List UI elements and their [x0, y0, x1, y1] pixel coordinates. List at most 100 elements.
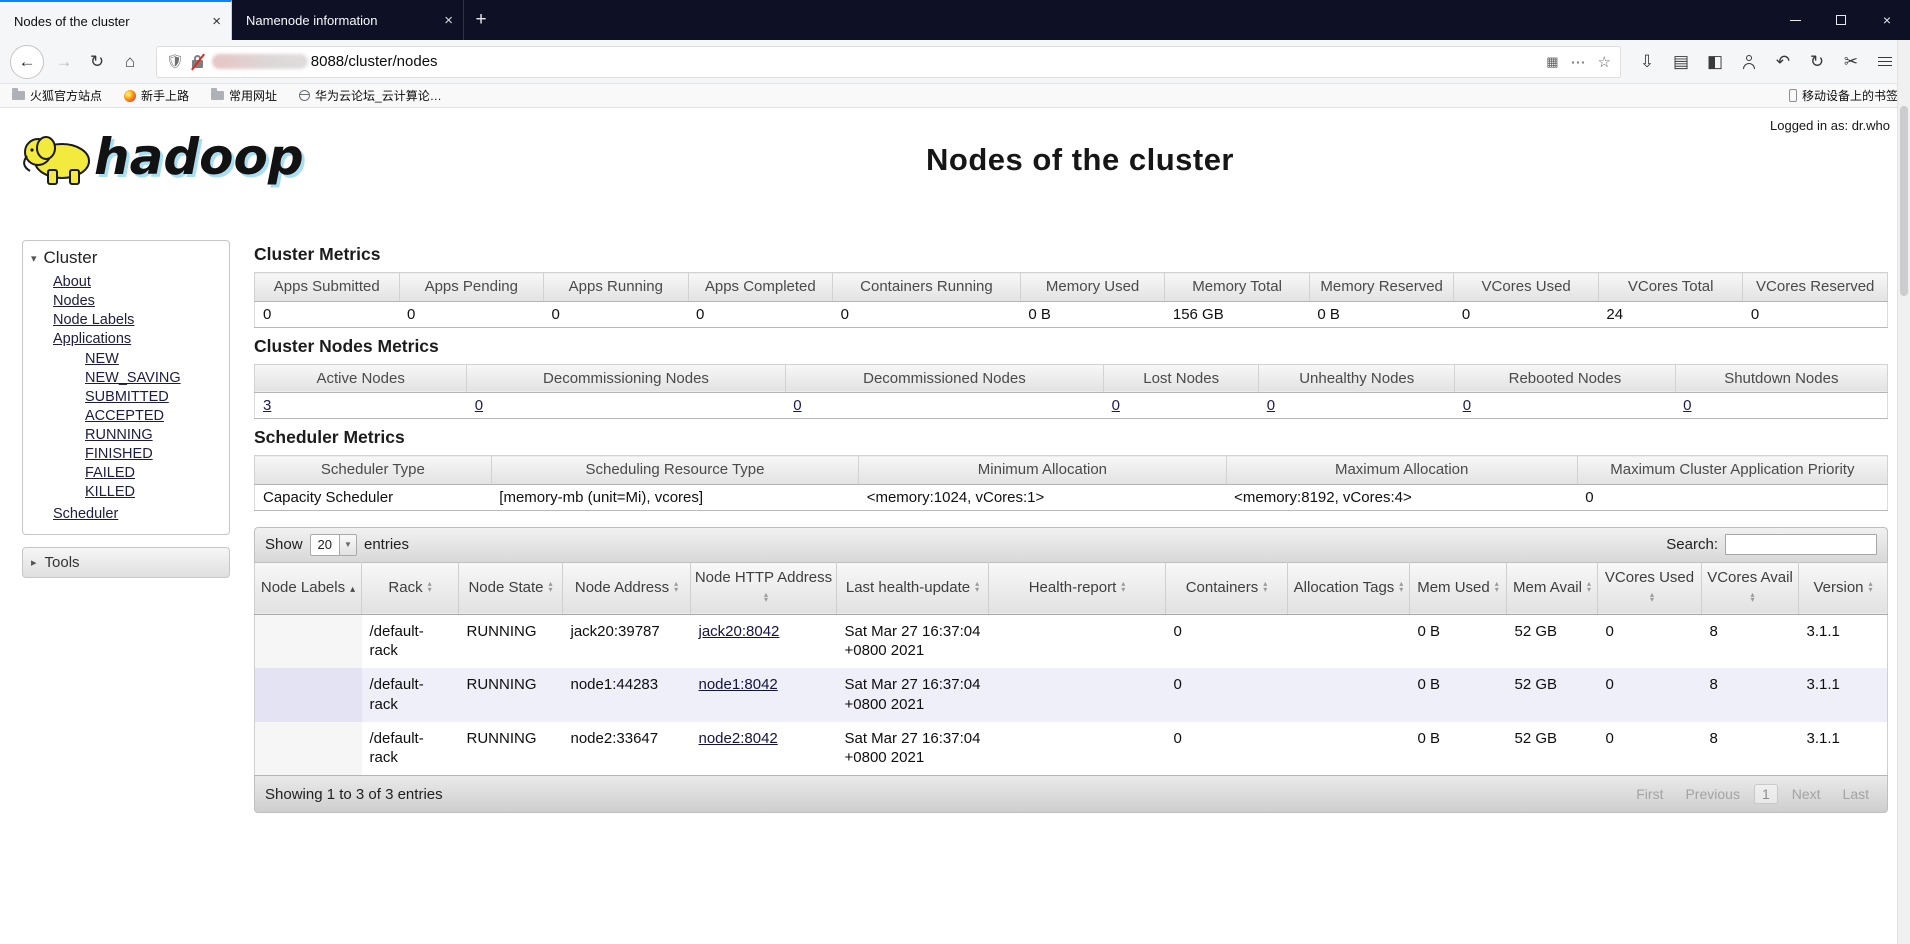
- sidebar-item-accepted[interactable]: ACCEPTED: [85, 408, 164, 424]
- close-tab-icon[interactable]: ×: [212, 13, 221, 30]
- pagination-last[interactable]: Last: [1835, 784, 1877, 804]
- restart-button[interactable]: ↻: [1802, 47, 1832, 77]
- column-header-vcores-avail[interactable]: VCores Avail ▴ ▾: [1701, 561, 1799, 615]
- sidebar-item-applications[interactable]: Applications: [53, 331, 131, 347]
- pagination-first[interactable]: First: [1628, 784, 1671, 804]
- back-icon: ←: [18, 51, 36, 71]
- column-header-allocation-tags[interactable]: Allocation Tags ▴ ▾: [1287, 561, 1410, 615]
- column-header-health-report[interactable]: Health-report ▴ ▾: [988, 561, 1166, 615]
- table-row: Capacity Scheduler [memory-mb (unit=Mi), …: [254, 484, 1889, 511]
- node-http-link[interactable]: node1:8042: [699, 676, 778, 693]
- new-tab-button[interactable]: +: [464, 0, 498, 40]
- vertical-scrollbar[interactable]: [1897, 40, 1910, 944]
- cell-mem-avail: 52 GB: [1506, 721, 1598, 777]
- sidebar-item-submitted[interactable]: SUBMITTED: [85, 389, 169, 405]
- metric-link[interactable]: 0: [1112, 397, 1120, 414]
- close-tab-icon[interactable]: ×: [444, 12, 453, 29]
- save-icon: ⇩: [1639, 51, 1655, 71]
- bookmark-item[interactable]: 华为云论坛_云计算论…: [299, 87, 442, 104]
- sidebar-section-tools[interactable]: ▸ Tools: [22, 547, 230, 578]
- mobile-bookmarks-item[interactable]: 移动设备上的书签: [1788, 87, 1898, 104]
- sidebar-item-killed[interactable]: KILLED: [85, 484, 135, 500]
- bookmark-item[interactable]: 新手上路: [124, 87, 189, 104]
- metric-link[interactable]: 0: [475, 397, 483, 414]
- bookmark-item[interactable]: 火狐官方站点: [12, 87, 102, 104]
- metric-value: 0: [688, 301, 833, 328]
- metric-value: 3: [253, 392, 467, 419]
- menu-button[interactable]: [1870, 47, 1900, 77]
- sidebar-item-new-saving[interactable]: NEW_SAVING: [85, 370, 181, 386]
- scrollbar-thumb[interactable]: [1900, 106, 1908, 296]
- bookmark-star-icon[interactable]: ☆: [1598, 53, 1611, 71]
- pagination-next[interactable]: Next: [1784, 784, 1829, 804]
- cell-rack: /default-rack: [369, 676, 424, 713]
- node-http-link[interactable]: jack20:8042: [699, 623, 780, 640]
- forward-button[interactable]: →: [49, 47, 79, 77]
- column-header-mem-avail[interactable]: Mem Avail ▴ ▾: [1506, 561, 1598, 615]
- url-bar[interactable]: 🛡 8088/cluster/nodes ▦ ⋯ ☆: [156, 45, 1621, 78]
- sidebar-section-cluster[interactable]: ▾ Cluster: [29, 246, 223, 274]
- phone-icon: [1788, 89, 1797, 102]
- page-actions-icon[interactable]: ⋯: [1571, 53, 1586, 71]
- sidebar-item-finished[interactable]: FINISHED: [85, 446, 153, 462]
- shield-icon[interactable]: 🛡: [166, 53, 184, 70]
- account-button[interactable]: [1734, 47, 1764, 77]
- browser-tab-namenode-information[interactable]: Namenode information ×: [232, 0, 464, 40]
- mobile-bookmarks-label: 移动设备上的书签: [1801, 89, 1898, 103]
- node-http-link[interactable]: node2:8042: [699, 730, 778, 747]
- reload-button[interactable]: ↻: [82, 47, 112, 77]
- column-header-last-health-update[interactable]: Last health-update ▴ ▾: [836, 561, 989, 615]
- sidebar-item-scheduler[interactable]: Scheduler: [53, 506, 118, 522]
- metric-link[interactable]: 0: [1683, 397, 1691, 414]
- sidebar-item-nodes[interactable]: Nodes: [53, 293, 95, 309]
- column-header-memory-used: Memory Used: [1019, 272, 1166, 302]
- sidebar-item-failed[interactable]: FAILED: [85, 465, 135, 481]
- close-window-button[interactable]: ×: [1864, 0, 1910, 40]
- column-header-vcores-used[interactable]: VCores Used ▴ ▾: [1597, 561, 1702, 615]
- metric-link[interactable]: 0: [1267, 397, 1275, 414]
- cell-node-labels: [254, 614, 362, 669]
- metric-link[interactable]: 3: [263, 397, 271, 414]
- sidebar-item-node-labels[interactable]: Node Labels: [53, 312, 134, 328]
- cell-vcores-avail: 8: [1701, 721, 1799, 777]
- column-header-scheduling-resource-type: Scheduling Resource Type: [490, 455, 860, 485]
- column-header-node-http-address[interactable]: Node HTTP Address ▴ ▾: [690, 561, 837, 615]
- sidebar-item-new[interactable]: NEW: [85, 351, 119, 367]
- library-button[interactable]: ▤: [1666, 47, 1696, 77]
- bookmark-item[interactable]: 常用网址: [211, 87, 277, 104]
- column-header-node-labels[interactable]: Node Labels ▴: [254, 561, 362, 615]
- column-header-node-address[interactable]: Node Address ▴ ▾: [562, 561, 691, 615]
- column-header-mem-used[interactable]: Mem Used ▴ ▾: [1409, 561, 1507, 615]
- insecure-lock-icon[interactable]: [190, 53, 205, 70]
- column-label: VCores Used: [1604, 568, 1695, 586]
- metric-link[interactable]: 0: [1463, 397, 1471, 414]
- undo-button[interactable]: ↶: [1768, 47, 1798, 77]
- sidebar-item-running[interactable]: RUNNING: [85, 427, 153, 443]
- save-to-toolbar-button[interactable]: ⇩: [1632, 47, 1662, 77]
- column-header-rack[interactable]: Rack ▴ ▾: [361, 561, 459, 615]
- column-header-containers[interactable]: Containers ▴ ▾: [1165, 561, 1288, 615]
- maximize-button[interactable]: [1818, 0, 1864, 40]
- browser-tab-nodes-of-the-cluster[interactable]: Nodes of the cluster ×: [0, 0, 232, 40]
- metric-link[interactable]: 0: [793, 397, 801, 414]
- pagination-previous[interactable]: Previous: [1677, 784, 1747, 804]
- browser-tab-bar: Nodes of the cluster × Namenode informatio…: [0, 0, 1910, 40]
- column-header-decommissioning-nodes: Decommissioning Nodes: [466, 363, 786, 393]
- column-header-node-state[interactable]: Node State ▴ ▾: [458, 561, 563, 615]
- search-input[interactable]: [1725, 534, 1877, 555]
- scheduler-metrics-table: Scheduler Type Scheduling Resource Type Mi…: [254, 455, 1889, 511]
- column-header-version[interactable]: Version ▴ ▾: [1798, 561, 1888, 615]
- pagination-1[interactable]: 1: [1753, 784, 1778, 805]
- sidebar-tools-label: Tools: [44, 554, 80, 571]
- snip-button[interactable]: ✂: [1836, 47, 1866, 77]
- back-button[interactable]: ←: [10, 44, 44, 79]
- sort-icon: ▴ ▾: [674, 579, 679, 594]
- home-button[interactable]: ⌂: [115, 47, 145, 77]
- sidebar-toggle-button[interactable]: ◧: [1700, 47, 1730, 77]
- cell-node-labels: [254, 721, 362, 777]
- minimize-button[interactable]: [1772, 0, 1818, 40]
- page-size-select[interactable]: 20 ▼: [309, 533, 357, 556]
- sidebar-item-about[interactable]: About: [53, 274, 91, 290]
- metric-value: 0: [466, 392, 786, 419]
- qr-code-icon[interactable]: ▦: [1546, 54, 1558, 70]
